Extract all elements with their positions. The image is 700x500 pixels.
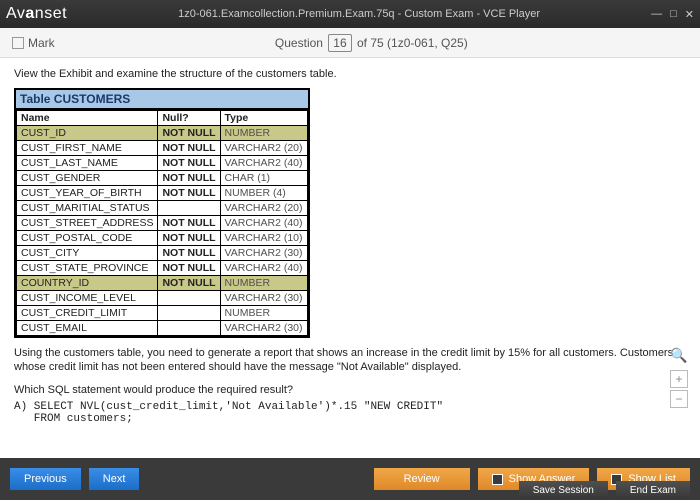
table-row: CUST_INCOME_LEVEL VARCHAR2 (30) xyxy=(17,291,308,306)
zoom-controls: 🔍 + − xyxy=(670,347,688,408)
cell-type: VARCHAR2 (40) xyxy=(220,261,307,276)
zoom-out-button[interactable]: − xyxy=(670,390,688,408)
table-row: CUST_POSTAL_CODENOT NULLVARCHAR2 (10) xyxy=(17,231,308,246)
table-row: CUST_MARITIAL_STATUS VARCHAR2 (20) xyxy=(17,201,308,216)
cell-type: VARCHAR2 (40) xyxy=(220,156,307,171)
cell-null: NOT NULL xyxy=(158,216,220,231)
next-button[interactable]: Next xyxy=(89,468,140,490)
cell-null xyxy=(158,306,220,321)
cell-type: VARCHAR2 (30) xyxy=(220,291,307,306)
cell-type: VARCHAR2 (20) xyxy=(220,201,307,216)
cell-null xyxy=(158,291,220,306)
cell-name: COUNTRY_ID xyxy=(17,276,158,291)
table-row: CUST_EMAIL VARCHAR2 (30) xyxy=(17,321,308,336)
logo: Avanset xyxy=(6,5,67,23)
cell-null: NOT NULL xyxy=(158,156,220,171)
cell-type: VARCHAR2 (30) xyxy=(220,321,307,336)
cell-name: CUST_CREDIT_LIMIT xyxy=(17,306,158,321)
question-of-text: of 75 (1z0-061, Q25) xyxy=(357,36,468,50)
cell-null: NOT NULL xyxy=(158,246,220,261)
cell-null: NOT NULL xyxy=(158,171,220,186)
logo-part: nset xyxy=(35,5,67,22)
cell-name: CUST_CITY xyxy=(17,246,158,261)
cell-type: CHAR (1) xyxy=(220,171,307,186)
table-row: CUST_FIRST_NAMENOT NULLVARCHAR2 (20) xyxy=(17,141,308,156)
end-exam-button[interactable]: End Exam xyxy=(616,481,690,499)
table-row: CUST_LAST_NAMENOT NULLVARCHAR2 (40) xyxy=(17,156,308,171)
cell-null xyxy=(158,321,220,336)
cell-name: CUST_FIRST_NAME xyxy=(17,141,158,156)
cell-type: VARCHAR2 (20) xyxy=(220,141,307,156)
table-row: CUST_CREDIT_LIMIT NUMBER xyxy=(17,306,308,321)
titlebar: Avanset 1z0-061.Examcollection.Premium.E… xyxy=(0,0,700,28)
question-label: Question xyxy=(275,36,323,50)
table-row: CUST_STATE_PROVINCENOT NULLVARCHAR2 (40) xyxy=(17,261,308,276)
cell-null: NOT NULL xyxy=(158,186,220,201)
col-name: Name xyxy=(17,111,158,126)
previous-button[interactable]: Previous xyxy=(10,468,81,490)
table-row: COUNTRY_IDNOT NULLNUMBER xyxy=(17,276,308,291)
cell-name: CUST_GENDER xyxy=(17,171,158,186)
question-content: View the Exhibit and examine the structu… xyxy=(0,58,700,458)
instruction-text: View the Exhibit and examine the structu… xyxy=(14,68,686,80)
cell-name: CUST_EMAIL xyxy=(17,321,158,336)
cell-type: VARCHAR2 (30) xyxy=(220,246,307,261)
cell-null xyxy=(158,201,220,216)
question-text-2: Which SQL statement would produce the re… xyxy=(14,383,686,397)
question-bar: Mark Question 16 of 75 (1z0-061, Q25) xyxy=(0,28,700,58)
customers-table: Name Null? Type CUST_IDNOT NULLNUMBERCUS… xyxy=(16,110,308,336)
cell-type: NUMBER xyxy=(220,276,307,291)
cell-null: NOT NULL xyxy=(158,231,220,246)
question-number: 16 xyxy=(328,34,351,52)
maximize-icon[interactable]: □ xyxy=(670,8,677,21)
mark-checkbox[interactable] xyxy=(12,37,24,49)
review-button[interactable]: Review xyxy=(374,468,470,490)
minimize-icon[interactable]: — xyxy=(651,8,662,21)
show-answer-checkbox[interactable] xyxy=(492,474,503,485)
cell-null: NOT NULL xyxy=(158,276,220,291)
table-row: CUST_YEAR_OF_BIRTHNOT NULLNUMBER (4) xyxy=(17,186,308,201)
question-text-1: Using the customers table, you need to g… xyxy=(14,346,686,375)
logo-part: Av xyxy=(6,5,25,22)
cell-type: NUMBER (4) xyxy=(220,186,307,201)
cell-name: CUST_STREET_ADDRESS xyxy=(17,216,158,231)
save-session-button[interactable]: Save Session xyxy=(519,481,608,499)
cell-null: NOT NULL xyxy=(158,261,220,276)
cell-name: CUST_STATE_PROVINCE xyxy=(17,261,158,276)
table-row: CUST_STREET_ADDRESSNOT NULLVARCHAR2 (40) xyxy=(17,216,308,231)
col-null: Null? xyxy=(158,111,220,126)
cell-name: CUST_ID xyxy=(17,126,158,141)
window-title: 1z0-061.Examcollection.Premium.Exam.75q … xyxy=(67,8,651,20)
cell-name: CUST_POSTAL_CODE xyxy=(17,231,158,246)
cell-name: CUST_MARITIAL_STATUS xyxy=(17,201,158,216)
cell-name: CUST_LAST_NAME xyxy=(17,156,158,171)
col-type: Type xyxy=(220,111,307,126)
cell-type: VARCHAR2 (40) xyxy=(220,216,307,231)
cell-name: CUST_YEAR_OF_BIRTH xyxy=(17,186,158,201)
cell-type: NUMBER xyxy=(220,306,307,321)
table-row: CUST_CITYNOT NULLVARCHAR2 (30) xyxy=(17,246,308,261)
cell-name: CUST_INCOME_LEVEL xyxy=(17,291,158,306)
table-row: CUST_GENDERNOT NULLCHAR (1) xyxy=(17,171,308,186)
cell-type: NUMBER xyxy=(220,126,307,141)
zoom-in-button[interactable]: + xyxy=(670,370,688,388)
mark-label: Mark xyxy=(28,36,55,50)
cell-type: VARCHAR2 (10) xyxy=(220,231,307,246)
cell-null: NOT NULL xyxy=(158,126,220,141)
table-row: CUST_IDNOT NULLNUMBER xyxy=(17,126,308,141)
exhibit-title: Table CUSTOMERS xyxy=(16,90,308,110)
close-icon[interactable]: ✕ xyxy=(685,8,694,21)
logo-part: a xyxy=(25,5,34,22)
exhibit-table: Table CUSTOMERS Name Null? Type CUST_IDN… xyxy=(14,88,310,338)
question-indicator: Question 16 of 75 (1z0-061, Q25) xyxy=(55,34,688,52)
option-a[interactable]: A) SELECT NVL(cust_credit_limit,'Not Ava… xyxy=(14,401,686,425)
window-controls: — □ ✕ xyxy=(651,8,694,21)
cell-null: NOT NULL xyxy=(158,141,220,156)
magnify-icon[interactable]: 🔍 xyxy=(670,347,687,364)
